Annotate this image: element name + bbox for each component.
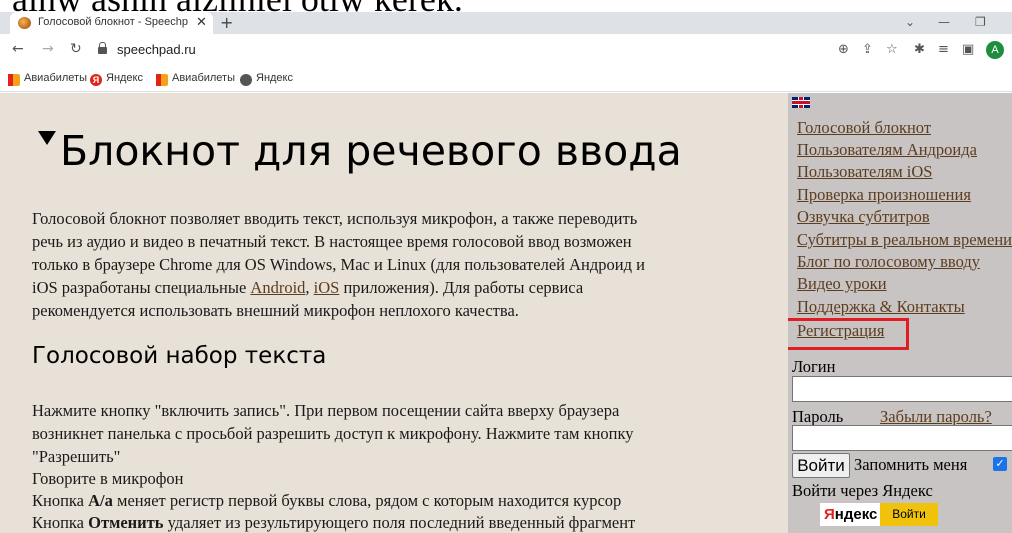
side-panel-icon[interactable]: ▣ — [962, 42, 974, 57]
tab-title: Голосовой блокнот - Speechpad — [38, 16, 188, 28]
bookmark-aviabilety-2[interactable]: Авиабилеты — [172, 72, 235, 84]
bookmarks-bar: Авиабилеты Я Яндекс Авиабилеты Яндекс — [0, 68, 1012, 92]
sidebar-item-subtitle-voiceover[interactable]: Озвучка субтитров — [797, 207, 930, 227]
sidebar-item-voice-notepad[interactable]: Голосовой блокнот — [797, 118, 931, 138]
case-button-name: A/a — [88, 491, 113, 510]
new-tab-icon[interactable]: + — [220, 13, 233, 32]
sidebar-item-video-lessons[interactable]: Видео уроки — [797, 274, 887, 294]
intro-line-2: речь из аудио и видео в печатный текст. … — [32, 232, 632, 251]
reading-list-icon[interactable]: ≡ — [938, 42, 949, 57]
yandex-login-button[interactable]: Яндекс Войти — [820, 503, 938, 526]
intro-line-5: рекомендуется использовать внешний микро… — [32, 301, 519, 320]
sidebar-item-blog[interactable]: Блог по голосовому вводу — [797, 252, 980, 272]
page-title: Блокнот для речевого ввода — [60, 127, 682, 175]
instruction-line-6: Кнопка Отменить удаляет из результирующе… — [32, 513, 635, 533]
ios-link[interactable]: iOS — [314, 278, 340, 297]
intro-text: iOS разработаны специальные — [32, 278, 251, 297]
document-caption-fragment: ainw ashin aiziiniei otiw kerek. — [0, 0, 1012, 12]
section-heading: Голосовой набор текста — [32, 343, 327, 369]
address-bar[interactable]: speechpad.ru — [117, 42, 196, 57]
instruction-text: Кнопка — [32, 513, 89, 532]
uk-flag-icon[interactable] — [792, 97, 810, 108]
share-icon[interactable]: ⇪ — [862, 42, 873, 57]
login-field[interactable] — [792, 376, 1012, 402]
instruction-text: меняет регистр первой буквы слова, рядом… — [112, 491, 622, 510]
aviabilety-icon — [156, 74, 168, 86]
sidebar: Голосовой блокнот Пользователям Андроида… — [788, 93, 1012, 533]
intro-line-4: iOS разработаны специальные Android, iOS… — [32, 276, 772, 300]
intro-text-end: приложения). Для работы сервиса — [339, 278, 584, 297]
minimize-icon[interactable]: — — [938, 15, 950, 29]
instruction-line-4: Говорите в микрофон — [32, 469, 184, 488]
yandex-login-text: Войти — [892, 507, 926, 521]
sidebar-item-ios[interactable]: Пользователям iOS — [797, 162, 932, 182]
zoom-icon[interactable]: ⊕ — [838, 42, 849, 57]
password-label: Пароль — [792, 407, 844, 426]
login-label: Логин — [792, 357, 836, 376]
remember-me-checkbox[interactable]: ✓ — [993, 457, 1007, 471]
bookmark-yandex[interactable]: Яндекс — [106, 72, 143, 84]
reload-icon[interactable]: ↻ — [70, 41, 82, 57]
sidebar-item-pronunciation[interactable]: Проверка произношения — [797, 185, 971, 205]
aviabilety-icon — [8, 74, 20, 86]
browser-tab[interactable]: Голосовой блокнот - Speechpad ✕ — [10, 12, 213, 34]
browser-tab-strip: Голосовой блокнот - Speechpad ✕ + ⌄ — ❐ — [0, 12, 1012, 34]
tab-search-icon[interactable]: ⌄ — [905, 15, 915, 29]
login-button[interactable]: Войти — [792, 453, 850, 478]
android-link[interactable]: Android — [250, 278, 305, 297]
main-content: Блокнот для речевого ввода Голосовой бло… — [0, 93, 788, 533]
intro-separator: , — [305, 278, 314, 297]
extensions-icon[interactable]: ✱ — [914, 42, 925, 57]
yandex-logo: Яндекс — [820, 503, 880, 526]
yandex-icon: Я — [90, 74, 102, 86]
forgot-password-link[interactable]: Забыли пароль? — [880, 407, 992, 427]
sidebar-item-realtime-subtitles[interactable]: Субтитры в реальном времени — [797, 230, 1012, 250]
yandex-login-label: Войти через Яндекс — [792, 481, 933, 500]
instruction-line-3: "Разрешить" — [32, 447, 121, 466]
restore-icon[interactable]: ❐ — [975, 15, 986, 29]
site-favicon-icon — [18, 17, 31, 29]
close-tab-icon[interactable]: ✕ — [196, 15, 207, 30]
remember-me-label: Запомнить меня — [854, 455, 968, 474]
sidebar-item-support[interactable]: Поддержка & Контакты — [797, 297, 965, 317]
instruction-line-2: возникнет панелька с просьбой разрешить … — [32, 424, 634, 443]
instruction-text: Кнопка — [32, 491, 89, 510]
browser-toolbar: ← → ↻ speechpad.ru ⊕ ⇪ ☆ ✱ ≡ ▣ A — [0, 34, 1012, 68]
globe-icon — [240, 74, 252, 86]
caption-text: ainw ashin aiziiniei otiw kerek. — [12, 0, 463, 12]
instruction-text: удаляет из результирующего поля последни… — [163, 513, 636, 532]
profile-avatar[interactable]: A — [986, 41, 1004, 59]
star-icon[interactable]: ☆ — [886, 42, 898, 57]
bookmark-aviabilety[interactable]: Авиабилеты — [24, 72, 87, 84]
lock-icon — [98, 42, 107, 56]
sidebar-item-registration[interactable]: Регистрация — [797, 321, 884, 341]
sidebar-item-android[interactable]: Пользователям Андроида — [797, 140, 977, 160]
intro-line-1: Голосовой блокнот позволяет вводить текс… — [32, 209, 638, 228]
cancel-button-name: Отменить — [88, 513, 164, 532]
password-field[interactable] — [792, 425, 1012, 451]
instruction-line-1: Нажмите кнопку "включить запись". При пе… — [32, 401, 620, 420]
forward-icon[interactable]: → — [42, 41, 54, 57]
bookmark-yandex-2[interactable]: Яндекс — [256, 72, 293, 84]
instruction-line-5: Кнопка A/a меняет регистр первой буквы с… — [32, 491, 621, 511]
collapse-triangle-icon[interactable] — [38, 131, 56, 145]
back-icon[interactable]: ← — [12, 41, 24, 57]
intro-line-3: только в браузере Chrome для OS Windows,… — [32, 255, 645, 274]
